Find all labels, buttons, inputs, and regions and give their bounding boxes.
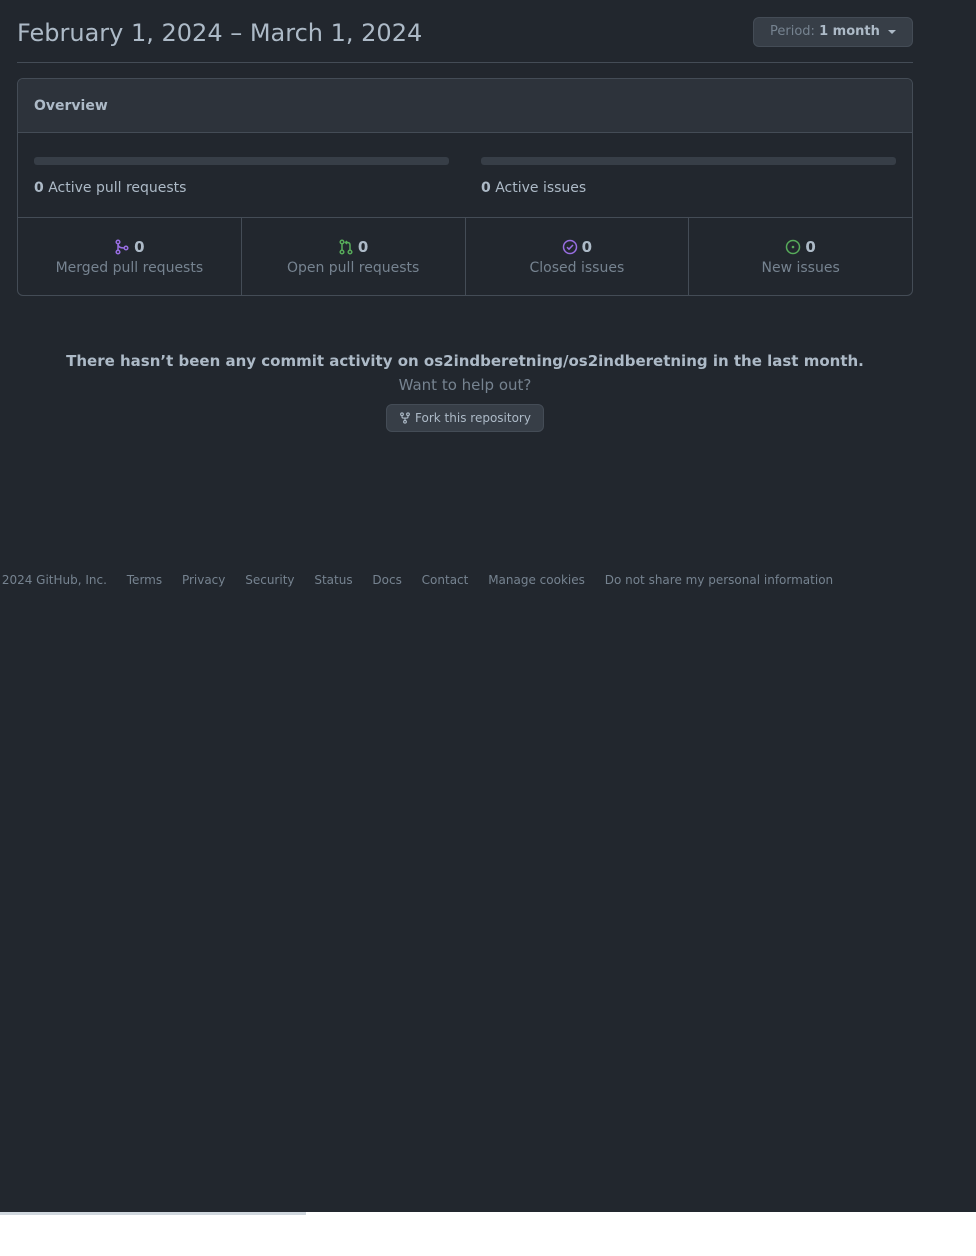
- pulse-header: February 1, 2024 – March 1, 2024 Period:…: [17, 0, 913, 63]
- active-issues-label: 0 Active issues: [481, 180, 896, 196]
- footer-link-security[interactable]: Security: [245, 573, 294, 587]
- open-prs-label: Open pull requests: [286, 260, 420, 276]
- repo-forked-icon: [400, 412, 410, 424]
- stat-closed-issues[interactable]: 0 Closed issues: [466, 218, 690, 295]
- footer-link-status[interactable]: Status: [314, 573, 352, 587]
- period-value: 1 month: [819, 24, 880, 39]
- help-out-text: Want to help out?: [398, 376, 532, 394]
- footer-link-contact[interactable]: Contact: [422, 573, 469, 587]
- fork-repository-button[interactable]: Fork this repository: [386, 404, 544, 432]
- page-background: February 1, 2024 – March 1, 2024 Period:…: [0, 0, 976, 1212]
- active-prs-progress-bar: [34, 157, 449, 165]
- merged-prs-count: 0: [134, 238, 145, 256]
- footer-link-do-not-share[interactable]: Do not share my personal information: [605, 573, 833, 587]
- git-pull-request-icon: [339, 239, 353, 255]
- overview-title: Overview: [18, 79, 912, 133]
- footer-copyright: © 2024 GitHub, Inc.: [0, 573, 107, 587]
- period-prefix: Period:: [770, 24, 815, 39]
- issue-closed-icon: [562, 239, 577, 255]
- footer-link-terms[interactable]: Terms: [127, 573, 162, 587]
- active-issues-progress-bar: [481, 157, 896, 165]
- active-issues-text: Active issues: [495, 180, 587, 196]
- closed-issues-count: 0: [581, 238, 593, 256]
- merged-prs-label: Merged pull requests: [55, 260, 204, 276]
- fork-button-label: Fork this repository: [415, 411, 531, 425]
- active-prs-count: 0: [34, 180, 44, 196]
- footer-link-manage-cookies[interactable]: Manage cookies: [488, 573, 585, 587]
- issue-opened-icon: [786, 239, 801, 255]
- commit-activity-blankslate: There hasn’t been any commit activity on…: [17, 352, 913, 432]
- date-range-title: February 1, 2024 – March 1, 2024: [17, 19, 423, 47]
- active-prs-summary[interactable]: 0 Active pull requests: [34, 157, 449, 196]
- open-prs-count: 0: [357, 238, 369, 256]
- stat-merged-prs[interactable]: 0 Merged pull requests: [18, 218, 242, 295]
- closed-issues-label: Closed issues: [529, 260, 625, 276]
- caret-down-icon: [888, 29, 896, 34]
- overview-bars: 0 Active pull requests 0 Active issues: [18, 133, 912, 218]
- active-prs-label: 0 Active pull requests: [34, 180, 449, 196]
- stat-open-prs[interactable]: 0 Open pull requests: [242, 218, 466, 295]
- no-activity-message: There hasn’t been any commit activity on…: [66, 352, 864, 370]
- period-dropdown-button[interactable]: Period: 1 month: [753, 17, 913, 47]
- new-issues-count: 0: [805, 238, 816, 256]
- active-prs-text: Active pull requests: [48, 180, 187, 196]
- site-footer: © 2024 GitHub, Inc. Terms Privacy Securi…: [0, 573, 849, 587]
- footer-link-privacy[interactable]: Privacy: [182, 573, 225, 587]
- bottom-scroll-strip: [0, 1212, 306, 1215]
- active-issues-count: 0: [481, 180, 491, 196]
- footer-link-docs[interactable]: Docs: [372, 573, 401, 587]
- overview-stats: 0 Merged pull requests 0 Open pull reque…: [18, 218, 912, 295]
- git-merge-icon: [115, 239, 129, 255]
- active-issues-summary[interactable]: 0 Active issues: [481, 157, 896, 196]
- new-issues-label: New issues: [761, 260, 840, 276]
- overview-box: Overview 0 Active pull requests 0 Active…: [17, 78, 913, 296]
- stat-new-issues[interactable]: 0 New issues: [689, 218, 912, 295]
